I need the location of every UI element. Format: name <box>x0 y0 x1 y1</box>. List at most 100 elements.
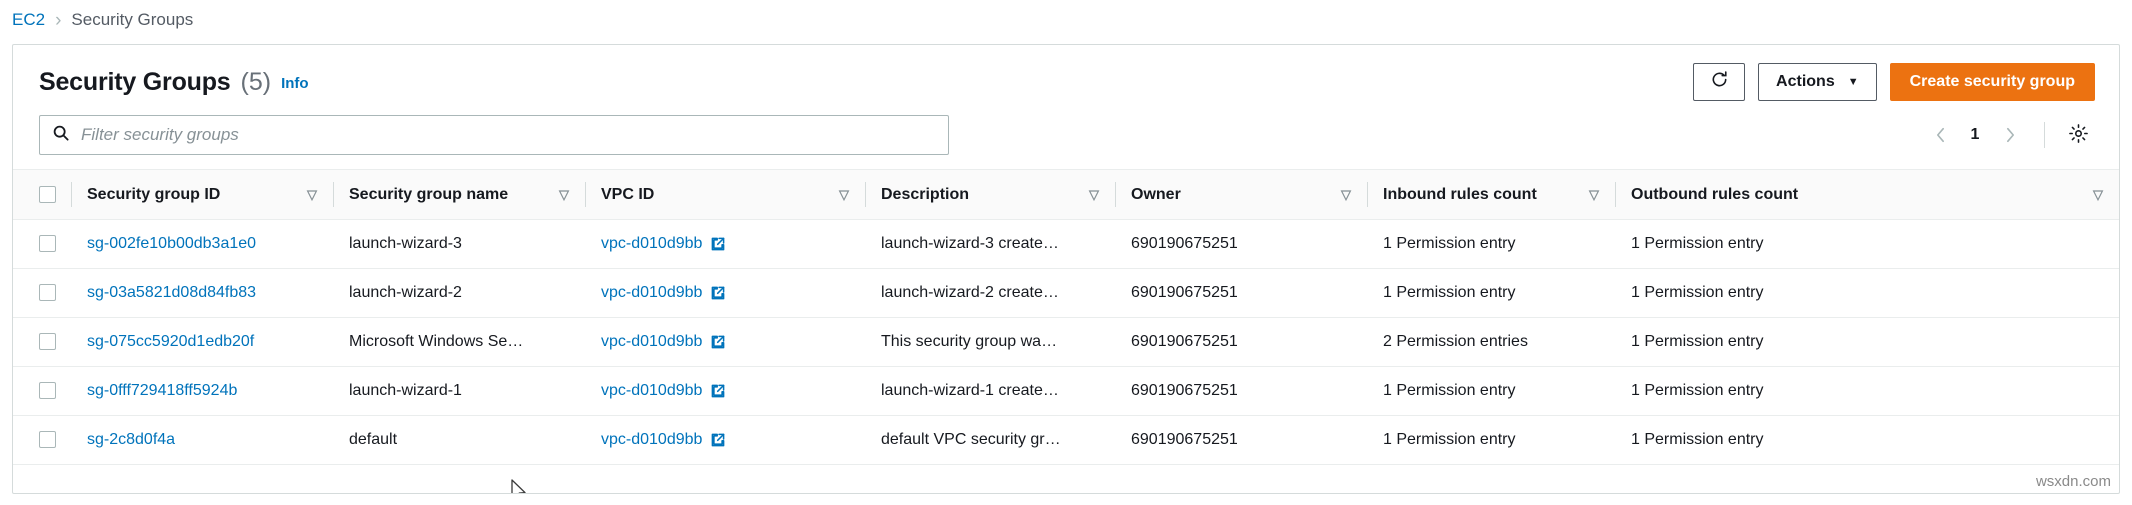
cell-security-group-id: sg-0fff729418ff5924b <box>71 367 333 416</box>
table-header: Security group ID ▽ Security group name … <box>13 170 2119 220</box>
table-row[interactable]: sg-03a5821d08d84fb83launch-wizard-2vpc-d… <box>13 269 2119 318</box>
sort-icon[interactable]: ▽ <box>1589 188 1599 201</box>
column-header-owner[interactable]: Owner ▽ <box>1115 170 1367 220</box>
owner-text: 690190675251 <box>1131 284 1238 301</box>
select-all-checkbox[interactable] <box>39 186 56 203</box>
description-text: launch-wizard-2 create… <box>881 284 1099 302</box>
column-header-outbound-rules-count[interactable]: Outbound rules count ▽ <box>1615 170 2119 220</box>
row-select-cell <box>13 416 71 465</box>
vpc-id-link[interactable]: vpc-d010d9bb <box>601 284 702 302</box>
chevron-down-icon: ▼ <box>1848 77 1859 88</box>
owner-text: 690190675251 <box>1131 235 1238 252</box>
security-group-id-link[interactable]: sg-03a5821d08d84fb83 <box>87 284 256 301</box>
column-header-inbound-rules-count[interactable]: Inbound rules count ▽ <box>1367 170 1615 220</box>
row-checkbox[interactable] <box>39 333 56 350</box>
sort-icon[interactable]: ▽ <box>839 188 849 201</box>
row-select-cell <box>13 318 71 367</box>
vpc-id-link[interactable]: vpc-d010d9bb <box>601 333 702 351</box>
security-group-name-text: launch-wizard-1 <box>349 382 569 400</box>
sort-icon[interactable]: ▽ <box>307 188 317 201</box>
cell-description: default VPC security gr… <box>865 416 1115 465</box>
security-group-id-link[interactable]: sg-075cc5920d1edb20f <box>87 333 254 350</box>
vpc-id-link[interactable]: vpc-d010d9bb <box>601 431 702 449</box>
search-input[interactable] <box>81 125 936 145</box>
cell-description: launch-wizard-1 create… <box>865 367 1115 416</box>
info-link[interactable]: Info <box>281 75 309 92</box>
column-label: Owner <box>1131 186 1181 204</box>
external-link-icon[interactable] <box>710 236 726 252</box>
security-group-id-link[interactable]: sg-0fff729418ff5924b <box>87 382 237 399</box>
previous-page-button[interactable] <box>1922 117 1958 153</box>
actions-button[interactable]: Actions ▼ <box>1758 63 1877 101</box>
column-label: Inbound rules count <box>1383 186 1537 204</box>
refresh-button[interactable] <box>1693 63 1745 101</box>
breadcrumb-separator-icon: › <box>55 11 61 30</box>
column-label: Security group name <box>349 186 508 204</box>
security-group-name-text: launch-wizard-3 <box>349 235 569 253</box>
outbound-rules-count-text: 1 Permission entry <box>1631 333 1764 350</box>
outbound-rules-count-text: 1 Permission entry <box>1631 382 1764 399</box>
table-row[interactable]: sg-075cc5920d1edb20f Microsoft Windows Se… <box>13 318 2119 367</box>
owner-text: 690190675251 <box>1131 431 1238 448</box>
description-text: default VPC security gr… <box>881 431 1099 449</box>
pagination: 1 <box>1922 117 2095 153</box>
inbound-rules-count-text: 1 Permission entry <box>1383 382 1516 399</box>
description-text: This security group wa… <box>881 333 1099 351</box>
owner-text: 690190675251 <box>1131 333 1238 350</box>
column-header-description[interactable]: Description ▽ <box>865 170 1115 220</box>
sort-icon[interactable]: ▽ <box>1089 188 1099 201</box>
cell-outbound-rules-count: 1 Permission entry <box>1615 318 2119 367</box>
table-row[interactable]: sg-2c8d0f4a default vpc-d010d9bb default VP… <box>13 416 2119 465</box>
gear-icon <box>2068 123 2089 147</box>
security-group-id-link[interactable]: sg-2c8d0f4a <box>87 431 175 448</box>
cell-owner: 690190675251 <box>1115 220 1367 269</box>
cell-vpc-id: vpc-d010d9bb <box>585 318 865 367</box>
external-link-icon[interactable] <box>710 285 726 301</box>
cell-owner: 690190675251 <box>1115 269 1367 318</box>
security-group-name-text: default <box>349 431 569 449</box>
sort-icon[interactable]: ▽ <box>559 188 569 201</box>
cell-vpc-id: vpc-d010d9bb <box>585 416 865 465</box>
column-header-vpc-id[interactable]: VPC ID ▽ <box>585 170 865 220</box>
search-box[interactable] <box>39 115 949 155</box>
cell-outbound-rules-count: 1 Permission entry <box>1615 367 2119 416</box>
external-link-icon[interactable] <box>710 383 726 399</box>
row-select-cell <box>13 220 71 269</box>
sort-icon[interactable]: ▽ <box>2093 188 2103 201</box>
inbound-rules-count-text: 2 Permission entries <box>1383 333 1528 350</box>
page-title-count: (5) <box>241 68 272 97</box>
external-link-icon[interactable] <box>710 432 726 448</box>
row-checkbox[interactable] <box>39 382 56 399</box>
panel-header: Security Groups (5) Info Actions ▼ Creat… <box>13 45 2119 111</box>
table-row[interactable]: sg-002fe10b00db3a1e0 launch-wizard-3 vpc-d… <box>13 220 2119 269</box>
description-text: launch-wizard-1 create… <box>881 382 1099 400</box>
cell-owner: 690190675251 <box>1115 367 1367 416</box>
row-checkbox[interactable] <box>39 284 56 301</box>
row-checkbox[interactable] <box>39 431 56 448</box>
external-link-icon[interactable] <box>710 334 726 350</box>
column-header-security-group-name[interactable]: Security group name ▽ <box>333 170 585 220</box>
page-number-1[interactable]: 1 <box>1962 126 1988 144</box>
security-group-name-text: Microsoft Windows Se… <box>349 333 569 351</box>
row-select-cell <box>13 367 71 416</box>
create-security-group-button[interactable]: Create security group <box>1890 63 2095 101</box>
cell-owner: 690190675251 <box>1115 318 1367 367</box>
inbound-rules-count-text: 1 Permission entry <box>1383 284 1516 301</box>
cell-vpc-id: vpc-d010d9bb <box>585 269 865 318</box>
table-preferences-button[interactable] <box>2061 118 2095 152</box>
column-header-security-group-id[interactable]: Security group ID ▽ <box>71 170 333 220</box>
vpc-id-link[interactable]: vpc-d010d9bb <box>601 382 702 400</box>
vpc-id-link[interactable]: vpc-d010d9bb <box>601 235 702 253</box>
table-row[interactable]: sg-0fff729418ff5924b launch-wizard-1 vpc-d… <box>13 367 2119 416</box>
sort-icon[interactable]: ▽ <box>1341 188 1351 201</box>
row-checkbox[interactable] <box>39 235 56 252</box>
next-page-button[interactable] <box>1992 117 2028 153</box>
cell-inbound-rules-count: 1 Permission entry <box>1367 220 1615 269</box>
breadcrumb-item-ec2[interactable]: EC2 <box>12 10 45 30</box>
cell-description: launch-wizard-2 create… <box>865 269 1115 318</box>
cell-security-group-name: Microsoft Windows Se… <box>333 318 585 367</box>
actions-button-label: Actions <box>1776 73 1835 91</box>
table-body: sg-002fe10b00db3a1e0 launch-wizard-3 vpc-d… <box>13 220 2119 465</box>
security-groups-table: Security group ID ▽ Security group name … <box>13 169 2119 465</box>
security-group-id-link[interactable]: sg-002fe10b00db3a1e0 <box>87 235 256 252</box>
